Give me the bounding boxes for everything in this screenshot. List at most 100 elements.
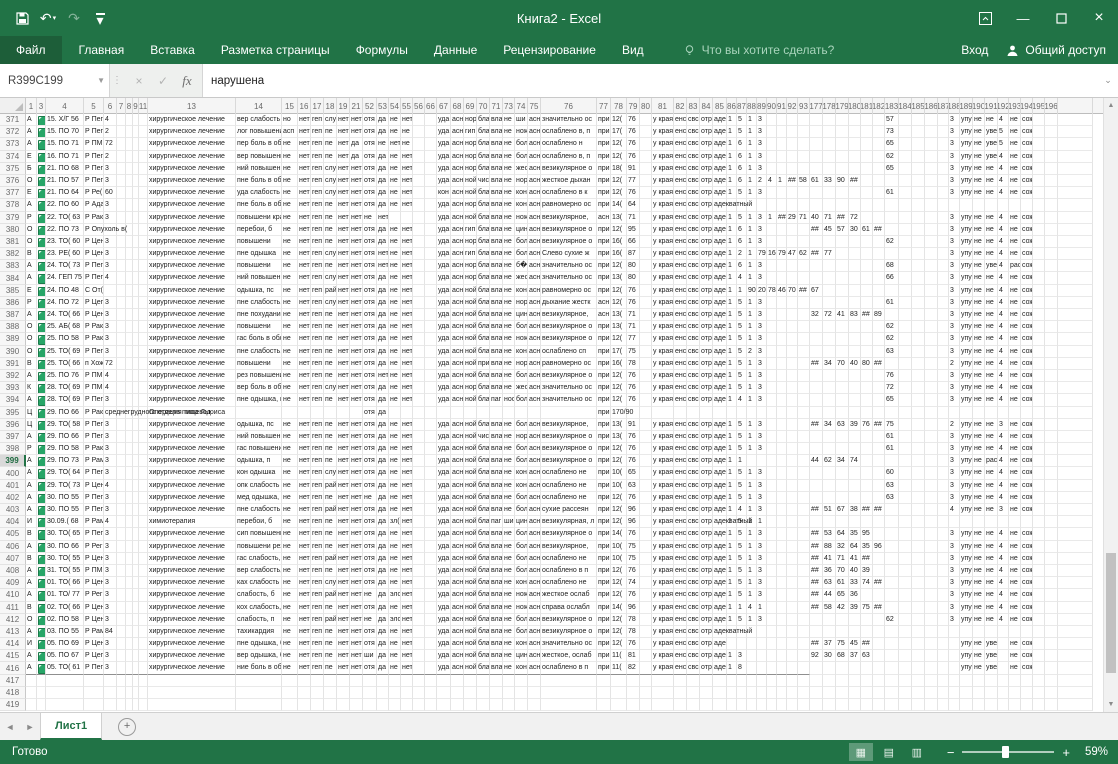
cell[interactable]: отр	[700, 333, 713, 345]
cell[interactable]: бла	[477, 602, 490, 614]
cell[interactable]: А	[26, 577, 37, 589]
cell[interactable]: не	[985, 614, 998, 626]
cell[interactable]: 3	[757, 553, 767, 565]
cell[interactable]	[413, 589, 425, 601]
cell[interactable]: отр	[700, 236, 713, 248]
cell[interactable]	[777, 419, 787, 431]
cell[interactable]	[836, 187, 849, 199]
cell[interactable]: у края	[652, 516, 674, 528]
cell[interactable]: нет	[298, 589, 311, 601]
cell[interactable]	[640, 553, 652, 565]
cell[interactable]	[37, 151, 46, 163]
cell[interactable]: нет	[298, 504, 311, 516]
cell[interactable]	[1033, 662, 1045, 674]
cell[interactable]	[37, 175, 46, 187]
cell[interactable]: асн	[528, 650, 541, 662]
cell[interactable]: не	[1009, 333, 1021, 345]
cell[interactable]: у края	[652, 236, 674, 248]
cell[interactable]: при	[597, 370, 611, 382]
cell[interactable]	[1058, 175, 1093, 187]
cell[interactable]	[925, 394, 938, 406]
cell[interactable]: А	[26, 431, 37, 443]
cell[interactable]	[413, 431, 425, 443]
cell[interactable]: геп	[311, 163, 324, 175]
cell[interactable]	[798, 687, 810, 699]
cell[interactable]	[727, 638, 737, 650]
cell[interactable]	[117, 443, 126, 455]
cell[interactable]: енс	[674, 602, 687, 614]
cell[interactable]	[640, 675, 652, 687]
cell[interactable]	[798, 309, 810, 321]
cell[interactable]: енс	[674, 553, 687, 565]
cell[interactable]	[413, 565, 425, 577]
cell[interactable]	[938, 382, 949, 394]
cell[interactable]	[912, 175, 925, 187]
cell[interactable]: не	[282, 370, 298, 382]
cell[interactable]	[885, 687, 899, 699]
cell[interactable]	[998, 687, 1009, 699]
cell[interactable]: свс	[687, 394, 700, 406]
cell[interactable]: не	[363, 614, 377, 626]
cell[interactable]: 1	[727, 309, 737, 321]
cell[interactable]: ний повышени	[236, 431, 282, 443]
cell[interactable]	[413, 675, 425, 687]
cell[interactable]: 1	[727, 224, 737, 236]
cell[interactable]	[413, 321, 425, 333]
cell[interactable]: при	[597, 504, 611, 516]
cell[interactable]: 61	[836, 577, 849, 589]
cell[interactable]: отр	[700, 553, 713, 565]
cell[interactable]: отя	[363, 285, 377, 297]
cell[interactable]: асн	[528, 248, 541, 260]
column-header[interactable]: 80	[640, 98, 652, 114]
cell[interactable]	[798, 382, 810, 394]
cell[interactable]: 76	[627, 589, 640, 601]
cell[interactable]: хирургическое лечение	[148, 602, 236, 614]
cell[interactable]: енс	[674, 577, 687, 589]
cell[interactable]: отя	[363, 224, 377, 236]
cell[interactable]	[37, 699, 46, 711]
cell[interactable]: нет	[401, 309, 413, 321]
row-header[interactable]: 403	[0, 504, 26, 516]
cell[interactable]	[798, 528, 810, 540]
cell[interactable]: при	[597, 382, 611, 394]
cell[interactable]: бол	[515, 321, 528, 333]
cell[interactable]	[836, 407, 849, 419]
cell[interactable]: везикулярное о	[541, 333, 597, 345]
cell[interactable]: енс	[674, 285, 687, 297]
cell[interactable]	[777, 662, 787, 674]
cell[interactable]: не	[973, 224, 985, 236]
cell[interactable]: А	[26, 565, 37, 577]
cell[interactable]: не	[985, 480, 998, 492]
cell[interactable]: не	[389, 528, 401, 540]
cell[interactable]	[823, 272, 836, 284]
cell[interactable]: нет	[337, 394, 350, 406]
cell[interactable]: не	[503, 126, 515, 138]
cell[interactable]: отр	[700, 346, 713, 358]
cell[interactable]	[104, 699, 117, 711]
cell[interactable]: увел	[985, 650, 998, 662]
cell[interactable]: у края	[652, 370, 674, 382]
cell[interactable]: уда	[437, 602, 451, 614]
cell[interactable]	[861, 248, 873, 260]
cell[interactable]: не	[973, 602, 985, 614]
cell[interactable]	[861, 662, 873, 674]
scroll-up-icon[interactable]: ▲	[1104, 98, 1118, 113]
cell[interactable]: 3	[949, 346, 960, 358]
cell[interactable]: кон	[515, 346, 528, 358]
cell[interactable]	[849, 431, 861, 443]
cell[interactable]: хирургическое лечение	[148, 394, 236, 406]
cell[interactable]	[640, 443, 652, 455]
cell[interactable]	[1045, 492, 1058, 504]
cell[interactable]: упу	[960, 602, 973, 614]
cell[interactable]: 28. ТО( 69	[46, 382, 84, 394]
cell[interactable]: асн	[451, 516, 464, 528]
cell[interactable]	[425, 541, 437, 553]
cell[interactable]: геп	[311, 662, 324, 674]
cell[interactable]	[899, 382, 912, 394]
cell[interactable]: не	[282, 272, 298, 284]
cell[interactable]: не	[1009, 528, 1021, 540]
cell[interactable]: нет	[337, 333, 350, 345]
cell[interactable]: ##	[810, 577, 823, 589]
cell[interactable]: бол	[515, 504, 528, 516]
cell[interactable]	[1058, 687, 1093, 699]
